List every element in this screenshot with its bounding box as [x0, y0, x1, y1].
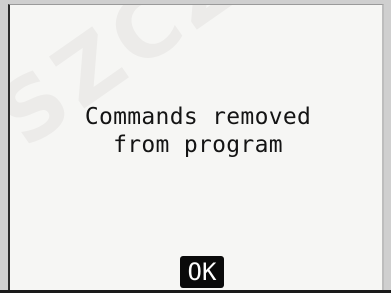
message-line-1: Commands removed — [84, 104, 312, 130]
device-frame: SZCZEPANIK Commands removed from program… — [0, 0, 391, 293]
dialog-message: Commands removed from program — [10, 103, 382, 159]
lcd-screen: SZCZEPANIK Commands removed from program… — [8, 4, 384, 290]
ok-button[interactable]: OK — [180, 256, 224, 288]
message-line-2: from program — [113, 132, 283, 158]
